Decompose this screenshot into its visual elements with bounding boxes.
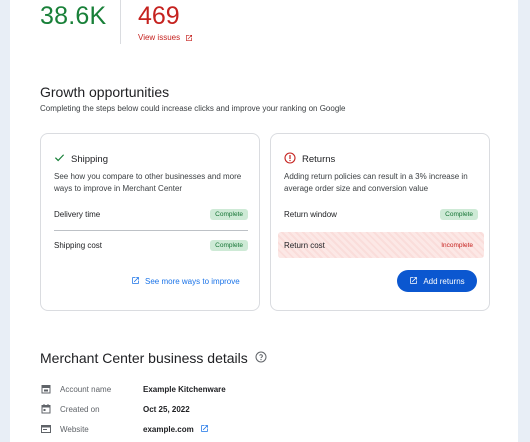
row-label: Shipping cost — [54, 240, 103, 250]
add-returns-button[interactable]: Add returns — [397, 270, 477, 292]
details-label: Account name — [60, 384, 112, 394]
status-badge: Complete — [210, 208, 248, 220]
row-divider — [54, 230, 248, 231]
open-in-new-icon — [409, 276, 418, 287]
details-row-account-name: Account name Example Kitchenware — [40, 381, 340, 397]
row-label: Return cost — [284, 240, 325, 250]
shipping-card: Shipping See how you compare to other bu… — [40, 133, 260, 311]
view-issues-label: View issues — [138, 33, 181, 42]
website-value[interactable]: example.com — [143, 425, 194, 434]
see-more-ways-link[interactable]: See more ways to improve — [131, 276, 240, 287]
details-label: Website — [60, 424, 89, 434]
row-label: Delivery time — [54, 209, 101, 219]
issues-value: 469 — [138, 2, 180, 30]
row-shipping-cost[interactable]: Shipping cost Complete — [54, 234, 248, 256]
returns-header: Returns — [284, 152, 335, 167]
account-name-value: Example Kitchenware — [143, 384, 226, 394]
row-return-window[interactable]: Return window Complete — [284, 203, 478, 225]
page: 38.6K 469 View issues Growth opportuniti… — [10, 0, 518, 442]
returns-description: Adding return policies can result in a 3… — [284, 172, 468, 193]
returns-title: Returns — [302, 154, 336, 165]
row-label: Return window — [284, 209, 337, 219]
created-on-value: Oct 25, 2022 — [143, 404, 190, 414]
stats-divider — [120, 0, 121, 44]
details-title-text: Merchant Center business details — [40, 350, 248, 366]
error-icon — [284, 152, 296, 167]
storefront-icon — [40, 383, 52, 395]
see-more-ways-label: See more ways to improve — [145, 277, 240, 286]
row-delivery-time[interactable]: Delivery time Complete — [54, 203, 248, 225]
details-value: Oct 25, 2022 — [143, 405, 190, 414]
open-in-new-icon[interactable] — [200, 424, 209, 435]
row-return-cost[interactable]: Return cost Incomplete — [278, 232, 484, 258]
add-returns-label: Add returns — [423, 276, 465, 286]
returns-card: Returns Adding return policies can resul… — [270, 133, 490, 311]
check-icon — [54, 152, 65, 166]
shipping-title: Shipping — [71, 153, 108, 165]
shipping-description: See how you compare to other businesses … — [54, 172, 242, 193]
details-row-website: Website example.com — [40, 421, 340, 437]
open-in-new-icon — [185, 34, 193, 42]
clicks-value: 38.6K — [40, 2, 107, 30]
calendar-icon — [40, 403, 52, 415]
status-badge: Complete — [440, 208, 478, 220]
growth-subtitle: Completing the steps below could increas… — [40, 104, 346, 113]
status-badge: Complete — [210, 239, 248, 251]
details-value: Example Kitchenware — [143, 385, 226, 394]
details-value[interactable]: example.com — [143, 424, 209, 435]
stats-strip: 38.6K 469 View issues — [40, 0, 510, 60]
details-title: Merchant Center business details — [40, 350, 267, 366]
web-icon — [40, 423, 52, 435]
open-in-new-icon — [131, 276, 140, 287]
details-row-created-on: Created on Oct 25, 2022 — [40, 401, 340, 417]
help-icon[interactable] — [255, 350, 267, 366]
view-issues-link[interactable]: View issues — [138, 33, 193, 42]
status-badge: Incomplete — [441, 241, 473, 249]
shipping-header: Shipping — [54, 152, 108, 166]
details-label: Created on — [60, 404, 100, 414]
growth-title: Growth opportunities — [40, 84, 170, 100]
